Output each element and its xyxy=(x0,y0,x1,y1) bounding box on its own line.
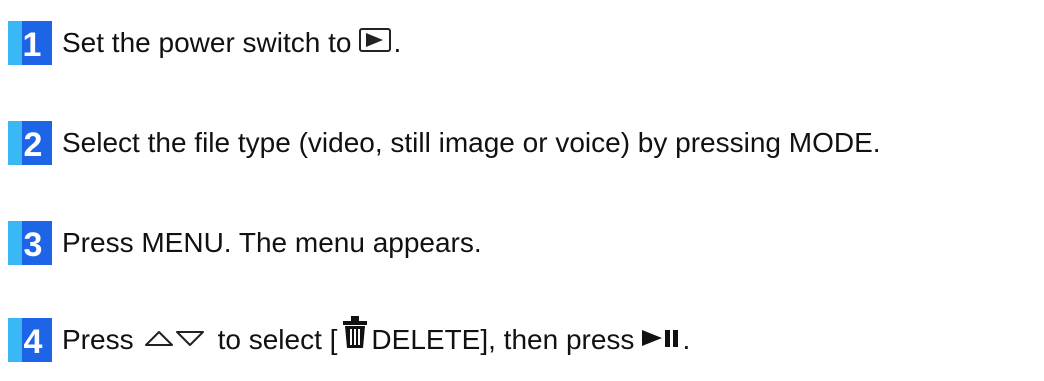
step-1: 1 Set the power switch to . xyxy=(8,21,401,65)
step-number-badge: 4 xyxy=(8,318,52,362)
step-text-before: Set the power switch to xyxy=(62,27,352,58)
step-text-select: to select [ xyxy=(217,324,338,355)
step-text-after: . xyxy=(393,27,402,58)
step-text-delete: DELETE], then press xyxy=(371,324,635,355)
play-pause-icon xyxy=(642,318,682,362)
step-number: 3 xyxy=(24,226,43,264)
step-2: 2 Select the file type (video, still ima… xyxy=(8,121,881,165)
trash-icon xyxy=(341,314,369,363)
step-text: Select the file type (video, still image… xyxy=(62,127,881,158)
step-text: Press MENU. The menu appears. xyxy=(62,227,482,258)
step-3: 3 Press MENU. The menu appears. xyxy=(8,221,482,265)
step-number: 1 xyxy=(23,26,42,64)
step-text-end: . xyxy=(682,324,691,355)
step-number-badge: 2 xyxy=(8,121,52,165)
step-text: Set the power switch to . xyxy=(62,21,401,65)
step-number: 4 xyxy=(24,323,43,361)
step-number-badge: 3 xyxy=(8,221,52,265)
step-text-press: Press xyxy=(62,324,134,355)
up-down-triangle-icon xyxy=(144,318,206,362)
play-button-icon xyxy=(359,21,392,65)
step-text: Press to select [ DELETE], then press . xyxy=(62,314,691,365)
step-number-badge: 1 xyxy=(8,21,52,65)
step-4: 4 Press to select [ DELETE], then press xyxy=(8,314,691,365)
step-number: 2 xyxy=(24,126,43,164)
